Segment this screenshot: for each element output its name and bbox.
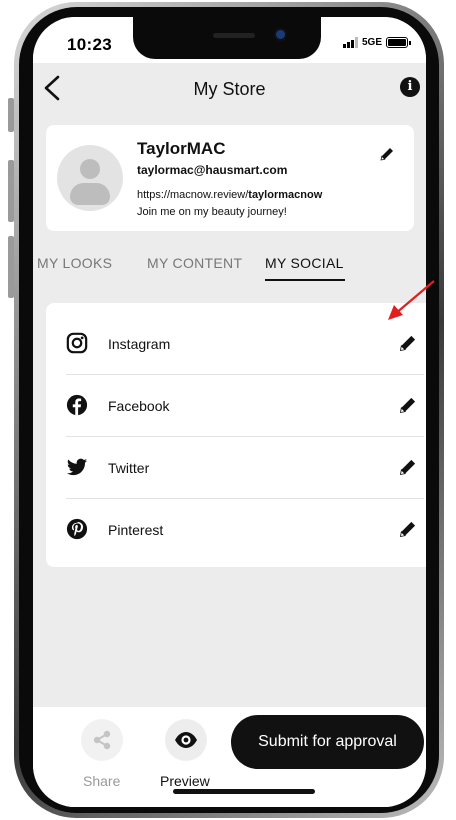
profile-card: TaylorMAC taylormac@hausmart.com https:/… bbox=[46, 125, 414, 231]
facebook-icon bbox=[66, 394, 88, 416]
pencil-icon[interactable] bbox=[398, 457, 418, 477]
home-indicator[interactable] bbox=[173, 789, 315, 794]
pencil-icon[interactable] bbox=[398, 395, 418, 415]
instagram-icon bbox=[66, 332, 88, 354]
profile-url-handle: taylormacnow bbox=[248, 189, 323, 201]
tab-my-content[interactable]: MY CONTENT bbox=[147, 255, 242, 271]
pencil-icon[interactable] bbox=[398, 333, 418, 353]
profile-email: taylormac@hausmart.com bbox=[137, 163, 288, 177]
twitter-icon bbox=[66, 458, 88, 476]
status-indicators: 5GE bbox=[342, 37, 411, 48]
profile-name: TaylorMAC bbox=[137, 139, 226, 158]
share-label[interactable]: Share bbox=[83, 773, 120, 789]
tab-bar: MY LOOKS MY CONTENT MY SOCIAL bbox=[33, 255, 426, 289]
social-row-facebook[interactable]: Facebook bbox=[66, 375, 424, 436]
pinterest-icon bbox=[66, 518, 88, 540]
app-screen: 10:23 5GE My Store i TaylorMAC taylormac… bbox=[33, 17, 426, 807]
submit-for-approval-button[interactable]: Submit for approval bbox=[231, 715, 424, 769]
phone-side-button bbox=[8, 236, 14, 298]
preview-label[interactable]: Preview bbox=[160, 773, 210, 789]
pencil-icon[interactable] bbox=[378, 145, 396, 163]
speaker bbox=[213, 33, 255, 38]
red-arrow-icon bbox=[388, 280, 435, 320]
eye-icon bbox=[175, 732, 197, 748]
phone-side-button bbox=[8, 98, 14, 132]
bottom-action-bar: Share Preview Submit for approval bbox=[33, 707, 426, 807]
active-tab-underline bbox=[265, 279, 345, 281]
profile-bio: Join me on my beauty journey! bbox=[137, 206, 287, 218]
signal-icon bbox=[342, 37, 358, 48]
tab-my-looks[interactable]: MY LOOKS bbox=[37, 255, 112, 271]
page-title: My Store bbox=[193, 79, 266, 99]
app-header: My Store i bbox=[33, 63, 426, 121]
status-time: 10:23 bbox=[67, 35, 112, 54]
profile-url-prefix: https://macnow.review/ bbox=[137, 189, 249, 201]
profile-url[interactable]: https://macnow.review/taylormacnow bbox=[137, 189, 322, 201]
battery-icon bbox=[386, 37, 411, 48]
social-row-instagram[interactable]: Instagram bbox=[66, 313, 424, 374]
pencil-icon[interactable] bbox=[398, 519, 418, 539]
social-row-pinterest[interactable]: Pinterest bbox=[66, 499, 424, 560]
info-icon[interactable]: i bbox=[400, 77, 420, 97]
social-links-card: Instagram Facebook Twitter Pinterest bbox=[46, 303, 426, 567]
network-type: 5GE bbox=[361, 37, 382, 48]
social-label: Pinterest bbox=[108, 522, 164, 538]
front-camera bbox=[276, 30, 285, 39]
tab-my-social[interactable]: MY SOCIAL bbox=[265, 255, 344, 271]
share-icon bbox=[93, 730, 111, 750]
avatar bbox=[57, 145, 123, 211]
status-bar: 10:23 5GE bbox=[33, 17, 426, 63]
social-label: Twitter bbox=[108, 460, 150, 476]
social-row-twitter[interactable]: Twitter bbox=[66, 437, 424, 498]
phone-side-button bbox=[8, 160, 14, 222]
preview-button[interactable] bbox=[165, 719, 207, 761]
share-button[interactable] bbox=[81, 719, 123, 761]
social-label: Instagram bbox=[108, 336, 171, 352]
social-label: Facebook bbox=[108, 398, 170, 414]
notch bbox=[133, 17, 321, 59]
